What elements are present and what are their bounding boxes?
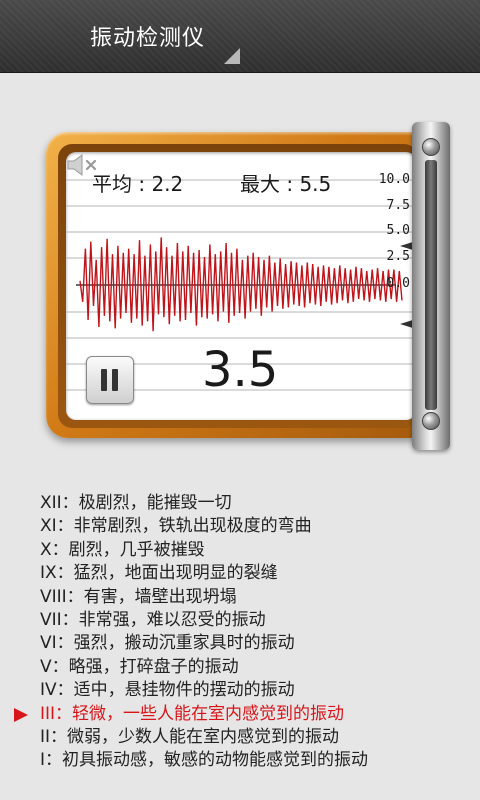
list-item-label: VI：强烈，搬动沉重家具时的振动 [40,633,295,654]
scale-label-0: 0.0 [386,276,410,291]
list-item-label: I：初具振动感，敏感的动物能感觉到的振动 [40,750,369,771]
list-item-label: VIII：有害，墙壁出现坍塌 [40,586,237,607]
max-label: 最大 : [240,172,300,196]
scale-label-7-5: 7.5 [386,198,410,213]
list-item: XII：极剧烈，能摧毁一切 [0,492,480,515]
pause-button[interactable] [86,356,134,404]
avg-stat: 平均 : 2.2 [92,168,183,197]
list-item: II：微弱，少数人能在室内感觉到的振动 [0,726,480,749]
scale-label-5: 5.0 [386,223,410,238]
scale-label-10: 10.0 [378,172,410,187]
scale-label-2-5: 2.5 [386,249,410,264]
current-level-marker-icon [14,707,28,722]
list-item-label: III：轻微，一些人能在室内感觉到的振动 [40,703,345,724]
list-item: VII：非常强，难以忍受的振动 [0,609,480,632]
title-bar: 振动检测仪 [0,0,480,73]
list-item: XI：非常剧烈，铁轨出现极度的弯曲 [0,515,480,538]
screw-icon [422,138,440,156]
meter-screen: 平均 : 2.2 最大 : 5.5 10.0 7.5 5.0 2.5 0.0 3… [66,152,416,420]
list-item: IX：猛烈，地面出现明显的裂缝 [0,562,480,585]
list-item-label: V：略强，打碎盘子的振动 [40,656,239,677]
list-item: III：轻微，一些人能在室内感觉到的振动 [0,703,480,726]
list-item: X：剧烈，几乎被摧毁 [0,539,480,562]
current-reading: 3.5 [202,342,279,398]
avg-label: 平均 : [92,172,152,196]
max-stat: 最大 : 5.5 [240,168,331,197]
list-item-label: X：剧烈，几乎被摧毁 [40,539,205,560]
list-item-label: IV：适中，悬挂物件的摆动的振动 [40,680,295,701]
screw-icon [422,412,440,430]
list-item-label: XI：非常剧烈，铁轨出现极度的弯曲 [40,516,312,537]
list-item-label: XII：极剧烈，能摧毁一切 [40,493,232,513]
list-item-label: II：微弱，少数人能在室内感觉到的振动 [40,726,340,747]
list-item: IV：适中，悬挂物件的摆动的振动 [0,679,480,702]
speaker-muted-icon[interactable] [66,152,100,178]
list-item-label: IX：猛烈，地面出现明显的裂缝 [40,563,278,584]
rail-track [425,160,437,410]
list-item: VIII：有害，墙壁出现坍塌 [0,586,480,609]
max-value: 5.5 [299,172,332,196]
list-item: V：略强，打碎盘子的振动 [0,656,480,679]
app-title: 振动检测仪 [90,26,206,51]
menu-corner-icon[interactable] [224,48,240,64]
avg-value: 2.2 [151,172,184,196]
list-item-label: VII：非常强，难以忍受的振动 [40,609,266,630]
list-item: VI：强烈，搬动沉重家具时的振动 [0,632,480,655]
intensity-scale-list: XII：极剧烈，能摧毁一切 XI：非常剧烈，铁轨出现极度的弯曲 X：剧烈，几乎被摧毁… [0,492,480,773]
list-item: I：初具振动感，敏感的动物能感觉到的振动 [0,749,480,772]
waveform-trace [79,237,403,332]
